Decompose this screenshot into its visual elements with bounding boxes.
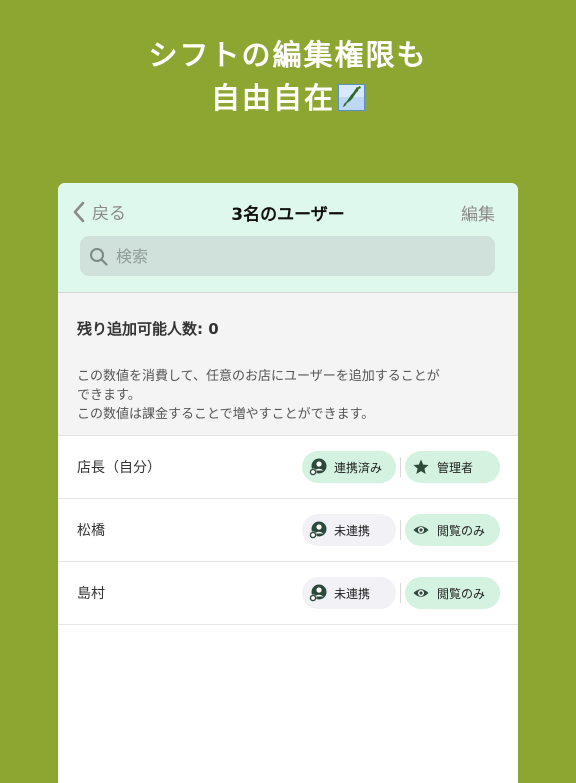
star-icon: [413, 459, 429, 474]
role-button[interactable]: 閲覧のみ: [405, 514, 500, 546]
description-line-1: この数値を消費して、任意のお店にユーザーを追加することが: [77, 369, 440, 384]
user-name: 島村: [77, 586, 105, 602]
headline-line-2: 自由自在: [0, 77, 576, 120]
edit-button[interactable]: 編集: [461, 200, 495, 225]
description-line-2: できます。: [77, 388, 141, 403]
link-status-label: 連携済み: [334, 460, 383, 475]
users-panel: 戻る 3名のユーザー 編集 残り追加可能人数: 0 この数値を消費して、任意のお…: [58, 183, 518, 783]
pill-divider: [400, 520, 401, 540]
role-label: 閲覧のみ: [437, 586, 486, 601]
eye-icon: [413, 589, 429, 597]
role-label: 閲覧のみ: [437, 523, 486, 538]
pill-divider: [400, 457, 401, 477]
search-icon: [90, 247, 108, 266]
search-bar[interactable]: [80, 236, 495, 276]
role-button[interactable]: 管理者: [405, 451, 500, 483]
search-input[interactable]: [114, 245, 478, 267]
user-link-icon: [309, 458, 327, 476]
link-status-label: 未連携: [334, 523, 371, 538]
user-name: 店長（自分）: [77, 460, 161, 476]
link-status-button[interactable]: 未連携: [302, 514, 396, 546]
japan-map-emoji-icon: [338, 84, 365, 111]
promo-headline: シフトの編集権限も 自由自在: [0, 34, 576, 120]
headline-line-1: シフトの編集権限も: [148, 38, 428, 72]
page-title: 3名のユーザー: [231, 205, 345, 225]
remaining-info-section: 残り追加可能人数: 0 この数値を消費して、任意のお店にユーザーを追加することが…: [58, 293, 518, 436]
link-status-button[interactable]: 連携済み: [302, 451, 396, 483]
user-name: 松橋: [77, 523, 105, 539]
user-row[interactable]: 島村 未連携 閲覧のみ: [58, 562, 518, 625]
user-link-icon: [309, 584, 327, 602]
user-link-icon: [309, 521, 327, 539]
link-status-button[interactable]: 未連携: [302, 577, 396, 609]
pill-divider: [400, 583, 401, 603]
user-row[interactable]: 店長（自分） 連携済み 管理者: [58, 436, 518, 499]
remaining-count-label: 残り追加可能人数: 0: [77, 320, 219, 338]
link-status-label: 未連携: [334, 586, 371, 601]
headline-line-2-text: 自由自在: [210, 81, 335, 115]
role-button[interactable]: 閲覧のみ: [405, 577, 500, 609]
navigation-bar: 戻る 3名のユーザー 編集: [58, 183, 518, 293]
remaining-description: この数値を消費して、任意のお店にユーザーを追加することが できます。 この数値は…: [77, 367, 497, 424]
role-label: 管理者: [437, 460, 474, 475]
description-line-3: この数値は課金することで増やすことができます。: [77, 407, 375, 422]
user-row[interactable]: 松橋 未連携 閲覧のみ: [58, 499, 518, 562]
eye-icon: [413, 526, 429, 534]
